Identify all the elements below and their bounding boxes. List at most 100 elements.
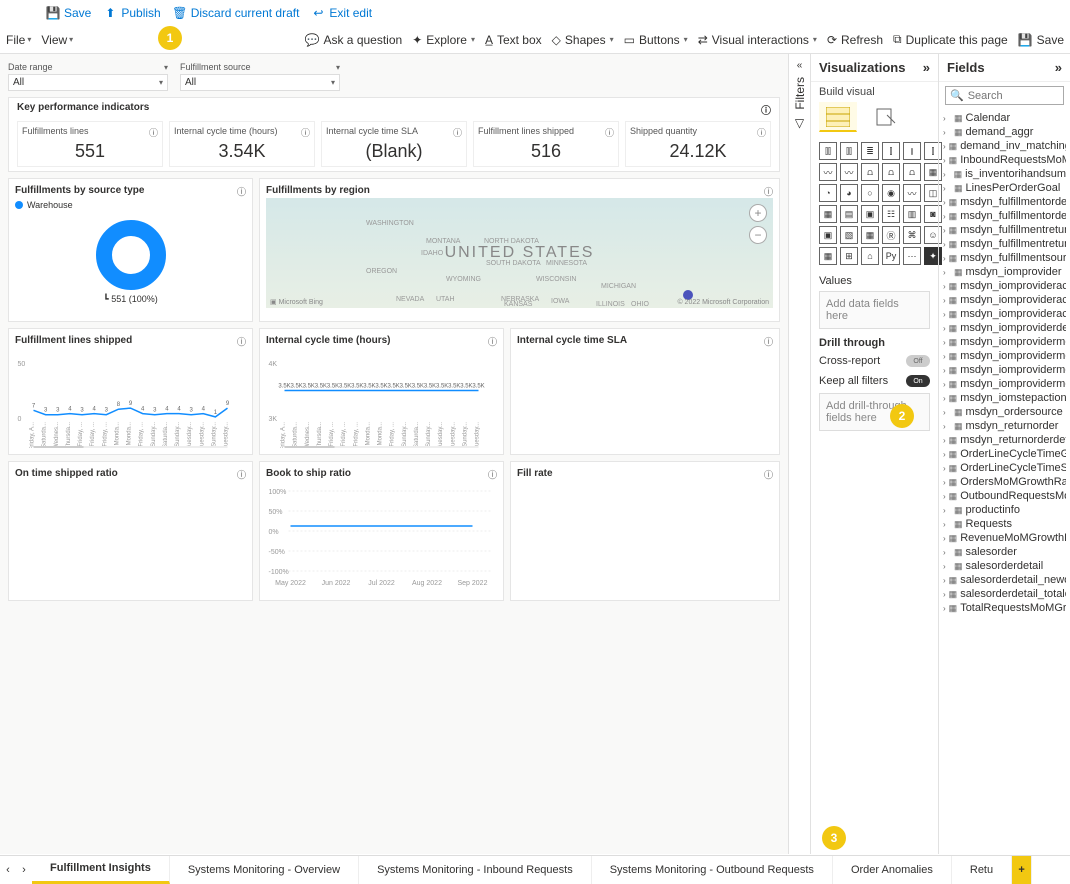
- expand-caret-icon[interactable]: ›: [943, 184, 951, 193]
- viz-type-icon[interactable]: ◔: [819, 184, 837, 202]
- field-table[interactable]: ›▦msdyn_iomproviderme...: [943, 335, 1066, 349]
- expand-caret-icon[interactable]: ›: [943, 282, 946, 291]
- expand-caret-icon[interactable]: ›: [943, 604, 946, 613]
- field-table[interactable]: ›▦msdyn_fulfillmentretur...: [943, 237, 1066, 251]
- viz-type-icon[interactable]: ⊞: [840, 247, 858, 265]
- field-table[interactable]: ›▦OrderLineCycleTimeGoal: [943, 447, 1066, 461]
- field-table[interactable]: ›▦Calendar: [943, 111, 1066, 125]
- field-table[interactable]: ›▦OrderLineCycleTimeSLA: [943, 461, 1066, 475]
- viz-type-icon[interactable]: ⩍: [882, 163, 900, 181]
- field-table[interactable]: ›▦OrdersMoMGrowthRat...: [943, 475, 1066, 489]
- viz-type-icon[interactable]: ⫿⫿: [840, 142, 858, 160]
- add-page-tab[interactable]: +: [1012, 856, 1032, 884]
- map-zoom-out[interactable]: −: [749, 226, 767, 244]
- viz-type-icon[interactable]: ▦: [861, 226, 879, 244]
- shapes-menu[interactable]: ◇Shapes▾: [552, 33, 614, 47]
- viz-type-icon[interactable]: ⋯: [903, 247, 921, 265]
- field-table[interactable]: ›▦msdyn_fulfillmentretur...: [943, 223, 1066, 237]
- visual-interactions-menu[interactable]: ⇄Visual interactions▾: [698, 33, 817, 47]
- field-table[interactable]: ›▦demand_aggr: [943, 125, 1066, 139]
- book-to-ship-tile[interactable]: Book to ship ratioⓘ -100%-50%0%50%100%Ma…: [259, 461, 504, 601]
- expand-caret-icon[interactable]: ›: [943, 506, 951, 515]
- field-table[interactable]: ›▦msdyn_iomproviderdefi...: [943, 321, 1066, 335]
- expand-caret-icon[interactable]: ›: [943, 478, 946, 487]
- ask-question-button[interactable]: 💬Ask a question: [305, 33, 403, 47]
- page-tab[interactable]: Systems Monitoring - Overview: [170, 856, 359, 884]
- expand-caret-icon[interactable]: ›: [943, 562, 951, 571]
- field-table[interactable]: ›▦is_inventorihandsum: [943, 167, 1066, 181]
- expand-caret-icon[interactable]: ›: [943, 464, 946, 473]
- collapse-icon[interactable]: »: [923, 60, 930, 75]
- viz-type-icon[interactable]: 〰: [840, 163, 858, 181]
- field-table[interactable]: ›▦InboundRequestsMoM...: [943, 153, 1066, 167]
- kpi-card[interactable]: Fulfillments linesⓘ551: [17, 121, 163, 167]
- tab-scroll-right[interactable]: ›: [16, 864, 32, 876]
- expand-caret-icon[interactable]: ›: [943, 380, 946, 389]
- discard-button[interactable]: 🗑Discard current draft: [173, 6, 300, 20]
- expand-caret-icon[interactable]: ›: [943, 422, 951, 431]
- field-table[interactable]: ›▦productinfo: [943, 503, 1066, 517]
- fulfillment-source-slicer[interactable]: Fulfillment source▾ All▾: [180, 62, 340, 91]
- info-icon[interactable]: ⓘ: [237, 185, 246, 198]
- viz-type-icon[interactable]: ⌘: [903, 226, 921, 244]
- info-icon[interactable]: ⓘ: [453, 126, 462, 139]
- info-icon[interactable]: ⓘ: [301, 126, 310, 139]
- viz-type-icon[interactable]: ⌂: [861, 247, 879, 265]
- viz-type-icon[interactable]: ▣: [861, 205, 879, 223]
- info-icon[interactable]: ⓘ: [237, 468, 246, 481]
- internal-cycle-time-tile[interactable]: Internal cycle time (hours)ⓘ 3K4K3.5K3.5…: [259, 328, 504, 455]
- field-table[interactable]: ›▦msdyn_fulfillmentsource: [943, 251, 1066, 265]
- cross-report-toggle[interactable]: Off: [906, 355, 930, 367]
- expand-caret-icon[interactable]: ›: [943, 198, 946, 207]
- exit-edit-button[interactable]: ↩Exit edit: [311, 6, 372, 20]
- field-table[interactable]: ›▦msdyn_iomprovideracti...: [943, 307, 1066, 321]
- field-table[interactable]: ›▦msdyn_iomprovider: [943, 265, 1066, 279]
- page-tab[interactable]: Order Anomalies: [833, 856, 952, 884]
- field-table[interactable]: ›▦LinesPerOrderGoal: [943, 181, 1066, 195]
- viz-type-icon[interactable]: 〰: [819, 163, 837, 181]
- viz-type-icon[interactable]: ⩍: [903, 163, 921, 181]
- expand-caret-icon[interactable]: ›: [943, 408, 951, 417]
- info-icon[interactable]: ⓘ: [764, 335, 773, 348]
- info-icon[interactable]: ⓘ: [149, 126, 158, 139]
- viz-type-icon[interactable]: ◉: [882, 184, 900, 202]
- field-table[interactable]: ›▦salesorder: [943, 545, 1066, 559]
- viz-type-icon[interactable]: ▤: [840, 205, 858, 223]
- info-icon[interactable]: ⓘ: [605, 126, 614, 139]
- field-table[interactable]: ›▦salesorderdetail_newor...: [943, 573, 1066, 587]
- field-table[interactable]: ›▦msdyn_iomstepactione...: [943, 391, 1066, 405]
- info-icon[interactable]: ⓘ: [764, 185, 773, 198]
- expand-caret-icon[interactable]: ›: [943, 170, 951, 179]
- internal-cycle-time-sla-tile[interactable]: Internal cycle time SLAⓘ: [510, 328, 780, 455]
- info-icon[interactable]: ⓘ: [757, 126, 766, 139]
- expand-caret-icon[interactable]: ›: [943, 520, 951, 529]
- expand-caret-icon[interactable]: ›: [943, 324, 946, 333]
- expand-caret-icon[interactable]: ›: [943, 366, 946, 375]
- field-table[interactable]: ›▦msdyn_returnorder: [943, 419, 1066, 433]
- fulfillments-by-region-tile[interactable]: Fulfillments by regionⓘ WASHINGTON MONTA…: [259, 178, 780, 322]
- refresh-button[interactable]: ⟳Refresh: [827, 33, 883, 47]
- viz-type-icon[interactable]: ▧: [840, 226, 858, 244]
- kpi-card[interactable]: Internal cycle time (hours)ⓘ3.54K: [169, 121, 315, 167]
- viz-type-icon[interactable]: Py: [882, 247, 900, 265]
- field-table[interactable]: ›▦msdyn_iomproviderme...: [943, 349, 1066, 363]
- expand-caret-icon[interactable]: ›: [943, 310, 946, 319]
- field-table[interactable]: ›▦Requests: [943, 517, 1066, 531]
- field-table[interactable]: ›▦demand_inv_matching: [943, 139, 1066, 153]
- viz-type-icon[interactable]: ⫿⫿: [819, 142, 837, 160]
- viz-type-icon[interactable]: ▥: [903, 205, 921, 223]
- filters-pane-collapsed[interactable]: « Filters ▽: [788, 54, 810, 854]
- publish-button[interactable]: ⬆Publish: [103, 6, 160, 20]
- expand-caret-icon[interactable]: ›: [943, 548, 951, 557]
- page-tab[interactable]: Systems Monitoring - Inbound Requests: [359, 856, 592, 884]
- fill-rate-tile[interactable]: Fill rateⓘ: [510, 461, 780, 601]
- viz-type-icon[interactable]: ▦: [819, 205, 837, 223]
- viz-type-icon[interactable]: ◕: [840, 184, 858, 202]
- build-visual-tab[interactable]: [819, 102, 857, 132]
- field-table[interactable]: ›▦salesorderdetail_totalor...: [943, 587, 1066, 601]
- date-range-slicer[interactable]: Date range▾ All▾: [8, 62, 168, 91]
- field-table[interactable]: ›▦msdyn_iomproviderme...: [943, 377, 1066, 391]
- info-icon[interactable]: ⓘ: [761, 102, 771, 117]
- fulfillment-lines-shipped-tile[interactable]: Fulfillment lines shippedⓘ 5007334343894…: [8, 328, 253, 455]
- view-menu[interactable]: View▾: [41, 33, 73, 47]
